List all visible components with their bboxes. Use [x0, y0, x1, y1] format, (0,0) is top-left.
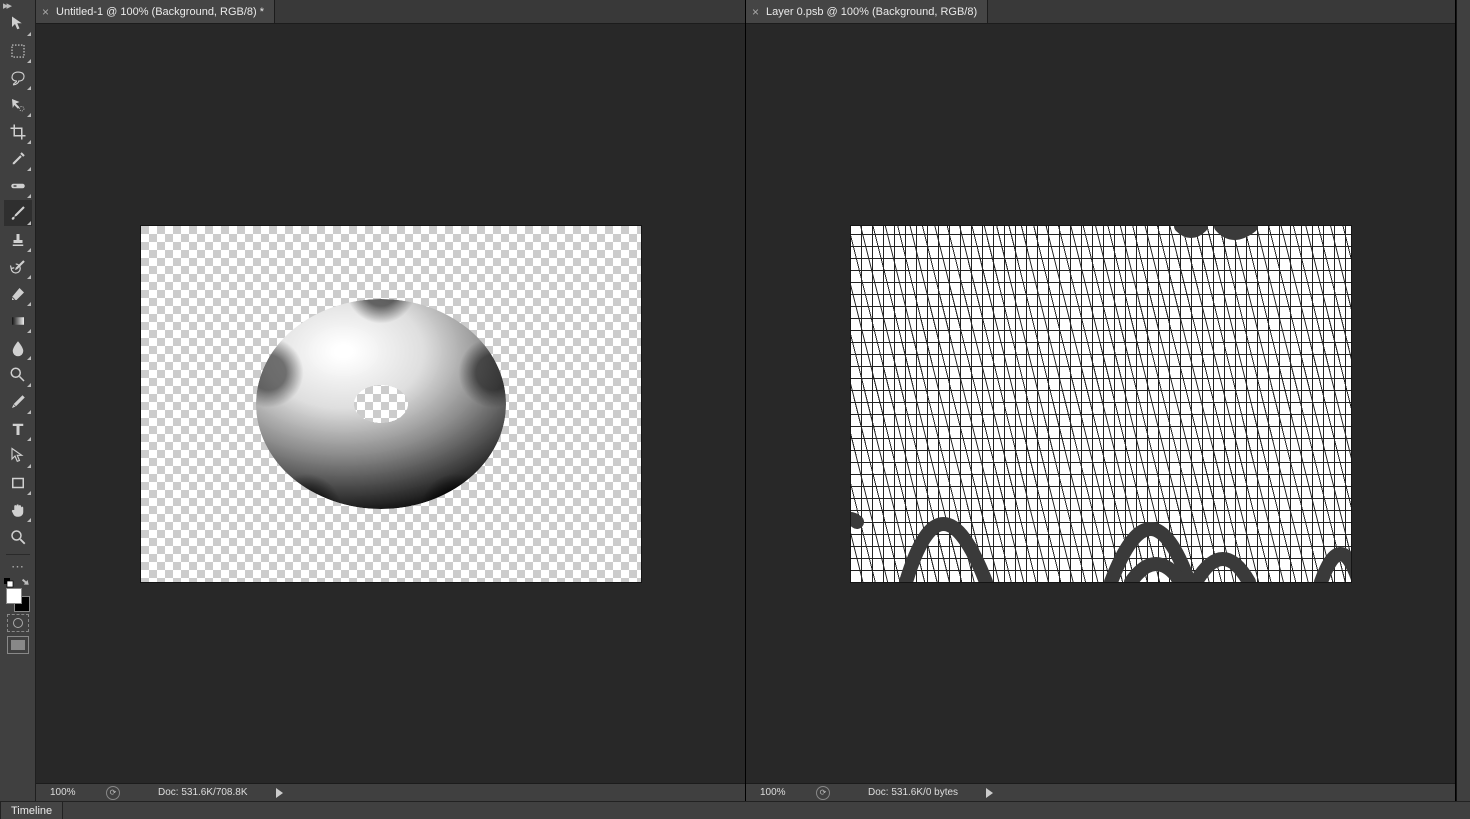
- doc-size-readout[interactable]: Doc: 531.6K/708.8K: [158, 787, 248, 798]
- swap-colors-icon[interactable]: [20, 578, 30, 588]
- document-pane: × Untitled-1 @ 100% (Background, RGB/8) …: [36, 0, 746, 801]
- zoom-level[interactable]: 100%: [760, 787, 808, 798]
- timeline-tab[interactable]: Timeline: [0, 802, 63, 819]
- lasso-tool[interactable]: [4, 65, 32, 91]
- status-menu-icon[interactable]: [276, 788, 283, 798]
- healing-brush-tool[interactable]: [4, 173, 32, 199]
- color-swatches[interactable]: [4, 578, 32, 610]
- toolbar-expand-icon[interactable]: ▸▸: [0, 0, 35, 10]
- mesh-edges-artwork: [851, 226, 1351, 582]
- marquee-tool[interactable]: [4, 38, 32, 64]
- torus-artwork: [131, 226, 631, 582]
- move-tool[interactable]: [4, 11, 32, 37]
- zoom-level[interactable]: 100%: [50, 787, 98, 798]
- eraser-tool[interactable]: [4, 281, 32, 307]
- doc-size-readout[interactable]: Doc: 531.6K/0 bytes: [868, 787, 958, 798]
- right-gutter: [1456, 0, 1470, 801]
- zoom-tool[interactable]: [4, 524, 32, 550]
- close-icon[interactable]: ×: [752, 5, 759, 19]
- rectangle-shape-tool[interactable]: [4, 470, 32, 496]
- foreground-color-swatch[interactable]: [6, 588, 22, 604]
- stamp-tool[interactable]: [4, 227, 32, 253]
- hand-tool[interactable]: [4, 497, 32, 523]
- document-panes: × Untitled-1 @ 100% (Background, RGB/8) …: [36, 0, 1470, 801]
- info-icon[interactable]: ⟳: [816, 786, 830, 800]
- info-icon[interactable]: ⟳: [106, 786, 120, 800]
- quick-select-tool[interactable]: [4, 92, 32, 118]
- workspace-row: ▸▸: [0, 0, 1470, 801]
- canvas[interactable]: [141, 226, 641, 582]
- path-select-tool[interactable]: [4, 443, 32, 469]
- tab-title: Untitled-1 @ 100% (Background, RGB/8) *: [56, 6, 264, 18]
- status-bar: 100% ⟳ Doc: 531.6K/708.8K: [36, 783, 745, 801]
- document-tab[interactable]: × Untitled-1 @ 100% (Background, RGB/8) …: [36, 0, 275, 23]
- screen-mode-toggle[interactable]: [7, 636, 29, 654]
- crop-tool[interactable]: [4, 119, 32, 145]
- tab-bar: × Layer 0.psb @ 100% (Background, RGB/8): [746, 0, 1455, 24]
- dodge-tool[interactable]: [4, 362, 32, 388]
- toolbar: ▸▸: [0, 0, 36, 801]
- blur-tool[interactable]: [4, 335, 32, 361]
- timeline-label: Timeline: [11, 805, 52, 817]
- canvas-area[interactable]: [746, 24, 1455, 783]
- canvas-area[interactable]: [36, 24, 745, 783]
- default-colors-icon[interactable]: [4, 578, 14, 588]
- history-brush-tool[interactable]: [4, 254, 32, 280]
- status-bar: 100% ⟳ Doc: 531.6K/0 bytes: [746, 783, 1455, 801]
- close-icon[interactable]: ×: [42, 5, 49, 19]
- status-menu-icon[interactable]: [986, 788, 993, 798]
- brush-tool[interactable]: [4, 200, 32, 226]
- timeline-panel: Timeline: [0, 801, 1470, 819]
- gradient-tool[interactable]: [4, 308, 32, 334]
- edit-toolbar-icon[interactable]: ⋯: [4, 560, 32, 574]
- separator: [6, 554, 30, 555]
- tab-bar: × Untitled-1 @ 100% (Background, RGB/8) …: [36, 0, 745, 24]
- tab-title: Layer 0.psb @ 100% (Background, RGB/8): [766, 6, 977, 18]
- quick-mask-toggle[interactable]: [7, 614, 29, 632]
- document-tab[interactable]: × Layer 0.psb @ 100% (Background, RGB/8): [746, 0, 988, 23]
- pen-tool[interactable]: [4, 389, 32, 415]
- document-pane: × Layer 0.psb @ 100% (Background, RGB/8): [746, 0, 1456, 801]
- canvas[interactable]: [851, 226, 1351, 582]
- type-tool[interactable]: [4, 416, 32, 442]
- eyedropper-tool[interactable]: [4, 146, 32, 172]
